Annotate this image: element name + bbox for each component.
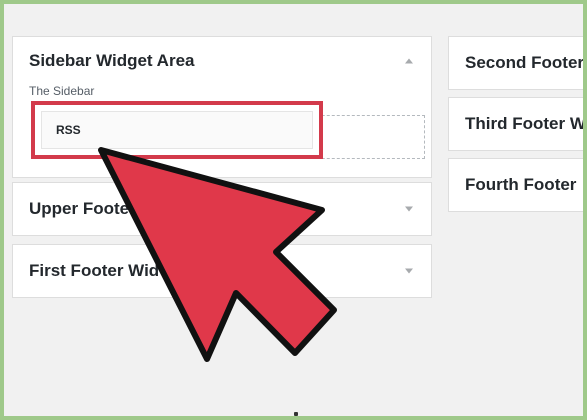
- sidebar-widget-area: Sidebar Widget Area The Sidebar RSS: [12, 36, 432, 178]
- second-footer-widget-area[interactable]: Second Footer: [448, 36, 583, 90]
- second-footer-title: Second Footer: [465, 53, 583, 72]
- chevron-down-icon[interactable]: [405, 268, 413, 274]
- fourth-footer-header[interactable]: Fourth Footer: [449, 159, 583, 211]
- widgets-screen: Sidebar Widget Area The Sidebar RSS Uppe…: [4, 4, 583, 416]
- sidebar-description: The Sidebar: [29, 84, 95, 98]
- sidebar-widget-area-header[interactable]: Sidebar Widget Area: [13, 37, 431, 85]
- chevron-up-icon[interactable]: [405, 58, 413, 64]
- first-footer-title: First Footer Wid: [29, 261, 160, 280]
- first-footer-widget-area[interactable]: First Footer Wid: [12, 244, 432, 298]
- cursor-dot: [294, 412, 298, 416]
- rss-widget-highlight[interactable]: RSS: [31, 101, 323, 159]
- chevron-down-icon[interactable]: [405, 206, 413, 212]
- rss-widget[interactable]: RSS: [41, 111, 313, 149]
- rss-widget-label: RSS: [56, 123, 81, 137]
- third-footer-header[interactable]: Third Footer W: [449, 98, 583, 150]
- sidebar-widget-area-title: Sidebar Widget Area: [29, 51, 195, 70]
- upper-footer-header[interactable]: Upper Footer: [13, 183, 431, 235]
- upper-footer-widget-area[interactable]: Upper Footer: [12, 182, 432, 236]
- fourth-footer-title: Fourth Footer: [465, 175, 577, 194]
- first-footer-header[interactable]: First Footer Wid: [13, 245, 431, 297]
- third-footer-widget-area[interactable]: Third Footer W: [448, 97, 583, 151]
- third-footer-title: Third Footer W: [465, 114, 583, 133]
- second-footer-header[interactable]: Second Footer: [449, 37, 583, 89]
- upper-footer-title: Upper Footer: [29, 199, 136, 218]
- fourth-footer-widget-area[interactable]: Fourth Footer: [448, 158, 583, 212]
